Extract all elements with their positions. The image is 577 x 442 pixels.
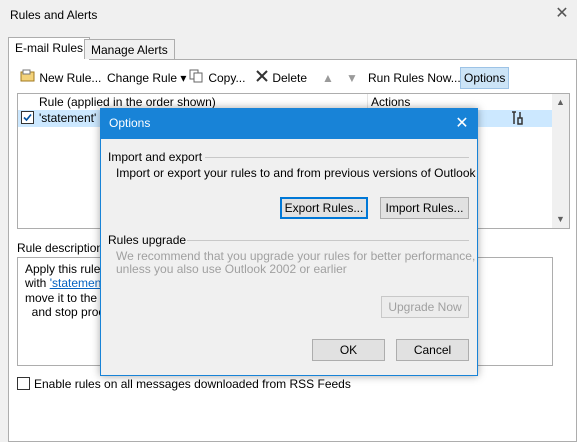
move-up-icon[interactable]: ▲ <box>322 68 334 88</box>
move-down-icon[interactable]: ▼ <box>346 68 358 88</box>
new-rule-button[interactable]: New Rule... <box>20 68 101 88</box>
description-text: with <box>25 276 50 290</box>
upgrade-text-line1: We recommend that you upgrade your rules… <box>116 249 476 263</box>
export-rules-button[interactable]: Export Rules... <box>280 197 368 219</box>
rss-checkbox[interactable] <box>17 377 30 390</box>
upgrade-now-button[interactable]: Upgrade Now <box>381 296 469 318</box>
copy-button[interactable]: Copy... <box>189 68 245 88</box>
rule-enabled-checkbox[interactable] <box>21 111 34 124</box>
dialog-titlebar <box>101 109 477 139</box>
rules-upgrade-heading: Rules upgrade <box>108 233 187 247</box>
import-export-text: Import or export your rules to and from … <box>116 166 476 180</box>
cancel-button[interactable]: Cancel <box>396 339 469 361</box>
copy-icon <box>189 69 205 89</box>
column-rule[interactable]: Rule (applied in the order shown) <box>39 95 216 109</box>
section-divider <box>205 157 469 158</box>
window-close-button[interactable]: ✕ <box>551 3 573 25</box>
description-line: Apply this rule <box>25 262 101 276</box>
new-rule-icon <box>20 69 36 89</box>
ok-button[interactable]: OK <box>312 339 385 361</box>
upgrade-text-line2: unless you also use Outlook 2002 or earl… <box>116 262 347 276</box>
options-button[interactable]: Options <box>460 67 510 89</box>
description-line: and stop proc <box>25 305 105 319</box>
change-rule-label: Change Rule <box>107 71 178 85</box>
copy-label: Copy... <box>208 71 246 85</box>
description-line: move it to the <box>25 291 97 305</box>
window-title: Rules and Alerts <box>10 8 98 22</box>
dialog-close-button[interactable]: ✕ <box>448 110 476 138</box>
delete-x-icon <box>255 69 269 89</box>
rule-action-tools-icon <box>511 110 527 129</box>
rule-description-label: Rule description <box>17 241 104 255</box>
list-scrollbar[interactable] <box>552 94 569 228</box>
column-actions[interactable]: Actions <box>371 95 410 109</box>
tab-email-rules[interactable]: E-mail Rules <box>8 37 91 60</box>
description-link[interactable]: 'statemen <box>50 276 102 290</box>
run-rules-button[interactable]: Run Rules Now... <box>368 68 461 88</box>
delete-label: Delete <box>272 71 308 85</box>
change-rule-button[interactable]: Change Rule ▾ <box>107 68 186 88</box>
chevron-down-icon: ▾ <box>180 71 187 85</box>
section-divider <box>187 240 469 241</box>
scroll-down-icon[interactable]: ▼ <box>552 211 569 228</box>
dialog-title: Options <box>109 116 151 130</box>
delete-button[interactable]: Delete <box>255 68 307 88</box>
import-export-heading: Import and export <box>108 150 203 164</box>
description-text: move it to the <box>25 291 98 305</box>
rule-name: 'statement' c <box>39 111 106 125</box>
import-rules-button[interactable]: Import Rules... <box>380 197 469 219</box>
scroll-up-icon[interactable]: ▲ <box>552 94 569 111</box>
description-line: with 'statemen <box>25 276 101 290</box>
new-rule-label: New Rule... <box>39 71 102 85</box>
rss-label: Enable rules on all messages downloaded … <box>34 377 351 391</box>
tab-manage-alerts[interactable]: Manage Alerts <box>84 39 175 59</box>
